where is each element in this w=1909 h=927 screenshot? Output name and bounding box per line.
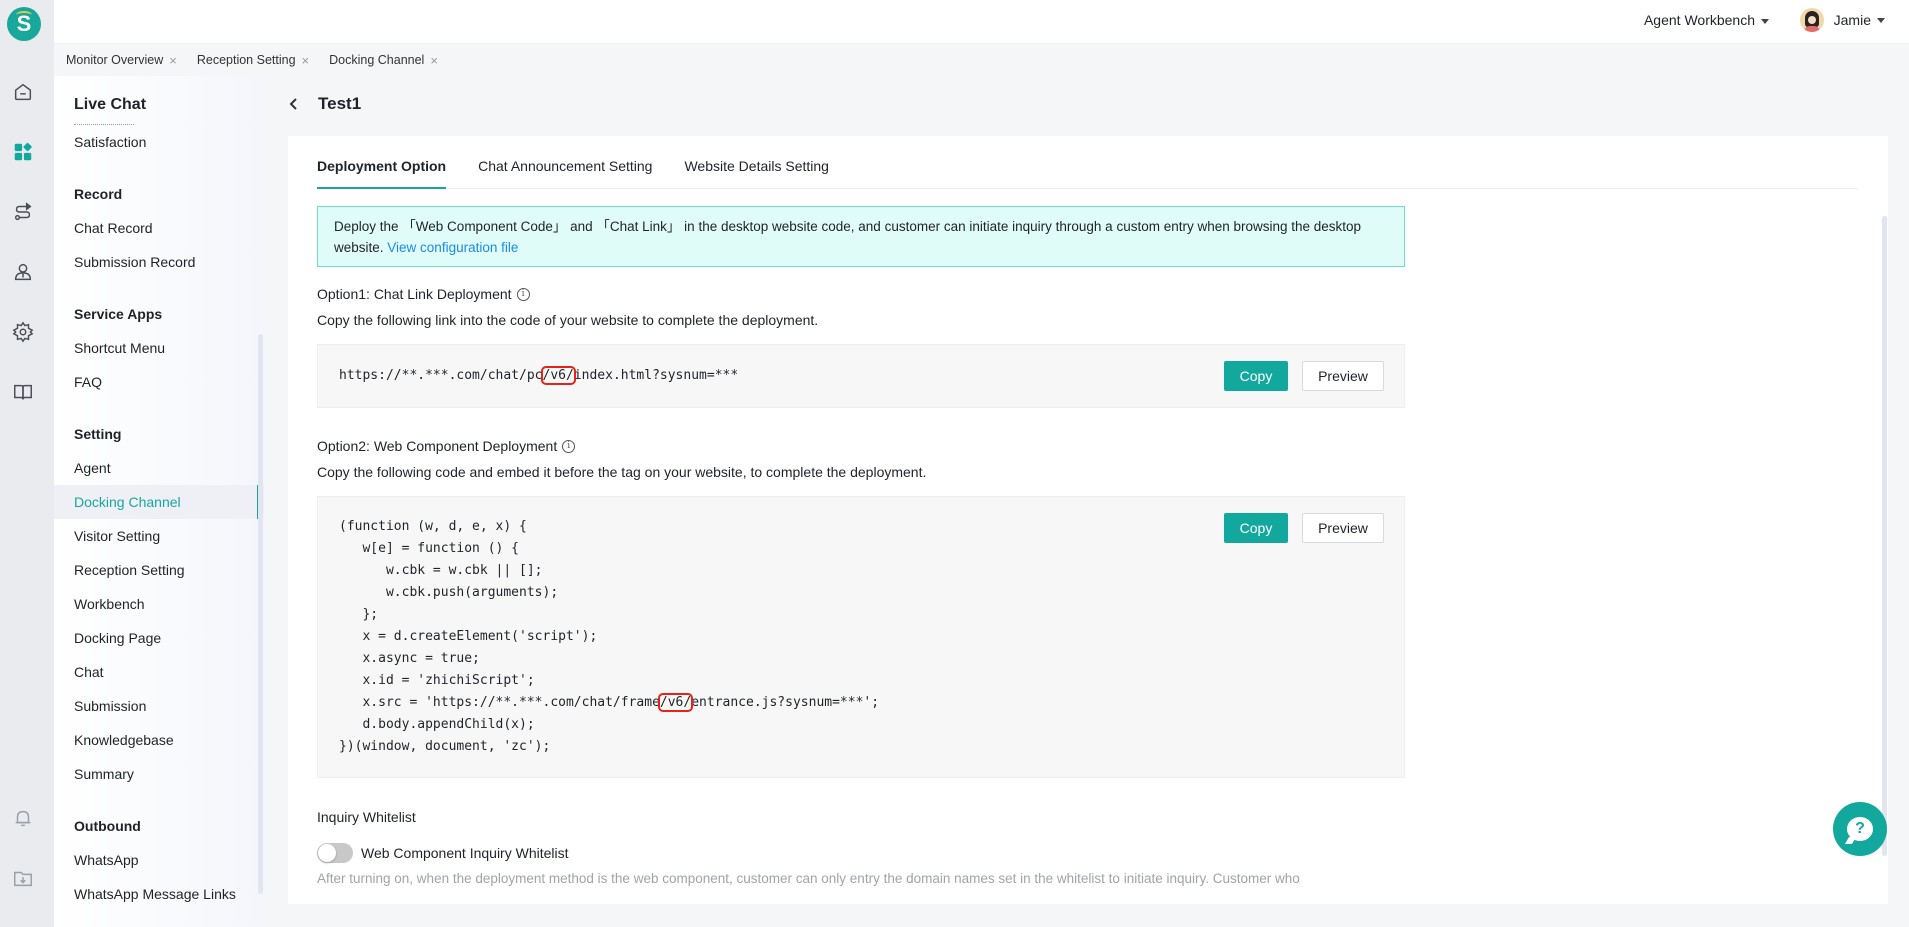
- download-folder-icon[interactable]: [11, 866, 35, 890]
- sidebar-item-agent[interactable]: Agent: [54, 451, 264, 485]
- page-header: Test1: [284, 94, 361, 114]
- sidebar-item-whatsapp-message-links[interactable]: WhatsApp Message Links: [54, 877, 264, 911]
- sidebar-item-knowledgebase[interactable]: Knowledgebase: [54, 723, 264, 757]
- sidebar-menu: Satisfaction Record Chat Record Submissi…: [54, 134, 264, 911]
- avatar: [1799, 8, 1824, 32]
- page-tabs: Monitor Overview × Reception Setting × Doc…: [54, 44, 1909, 76]
- icon-rail: S: [0, 0, 54, 927]
- sidebar-item-visitor-setting[interactable]: Visitor Setting: [54, 519, 264, 553]
- preview-code-button[interactable]: Preview: [1302, 513, 1384, 543]
- caret-down-icon: [1877, 17, 1885, 23]
- caret-down-icon: [1761, 18, 1769, 24]
- sidebar-item-faq[interactable]: FAQ: [54, 365, 264, 399]
- chat-link-box: https://**.***.com/chat/pc/v6/index.html…: [317, 344, 1405, 408]
- option2-title: Option2: Web Component Deployment i: [317, 438, 576, 454]
- page-title: Test1: [318, 94, 362, 113]
- inquiry-whitelist-title: Inquiry Whitelist: [317, 809, 416, 825]
- content-tabs: Deployment Option Chat Announcement Sett…: [317, 136, 1858, 189]
- sidebar-section-outbound: Outbound: [74, 818, 141, 834]
- option1-description: Copy the following link into the code of…: [317, 312, 819, 328]
- book-icon[interactable]: [11, 380, 35, 404]
- web-component-code-box: (function (w, d, e, x) { w[e] = function…: [317, 496, 1405, 778]
- info-icon[interactable]: i: [516, 287, 530, 301]
- bell-icon[interactable]: [11, 806, 35, 830]
- agent-icon[interactable]: [11, 260, 35, 284]
- sidebar-item-shortcut-menu[interactable]: Shortcut Menu: [54, 331, 264, 365]
- page-tab-docking-channel[interactable]: Docking Channel ×: [329, 53, 438, 68]
- sidebar-scrollbar[interactable]: [258, 334, 263, 894]
- dashboard-icon[interactable]: [11, 140, 35, 164]
- tab-chat-announcement-setting[interactable]: Chat Announcement Setting: [478, 136, 652, 188]
- chevron-left-icon: [289, 98, 297, 110]
- app-logo[interactable]: S: [7, 7, 41, 41]
- preview-link-button[interactable]: Preview: [1302, 361, 1384, 391]
- page-tab-monitor-overview[interactable]: Monitor Overview ×: [66, 53, 177, 68]
- close-icon[interactable]: ×: [169, 53, 177, 68]
- route-icon[interactable]: [11, 200, 35, 224]
- page-tab-reception-setting[interactable]: Reception Setting ×: [197, 53, 309, 68]
- help-chat-icon: ?: [1847, 817, 1873, 841]
- sidebar-item-workbench[interactable]: Workbench: [54, 587, 264, 621]
- home-icon[interactable]: [11, 80, 35, 104]
- version-highlight: /v6/: [540, 366, 576, 385]
- copy-code-button[interactable]: Copy: [1224, 513, 1288, 543]
- sidebar-item-summary[interactable]: Summary: [54, 757, 264, 791]
- whitelist-toggle[interactable]: [317, 843, 353, 863]
- sidebar-item-satisfaction[interactable]: Satisfaction: [54, 125, 264, 159]
- user-menu[interactable]: Jamie: [1799, 8, 1885, 32]
- deployment-notice: Deploy the 「Web Component Code」 and 「Cha…: [317, 206, 1405, 267]
- gear-icon[interactable]: [11, 320, 35, 344]
- whitelist-toggle-label: Web Component Inquiry Whitelist: [361, 845, 569, 861]
- sidebar-title: Live Chat: [74, 96, 147, 113]
- view-configuration-file-link[interactable]: View configuration file: [387, 240, 518, 255]
- tab-website-details-setting[interactable]: Website Details Setting: [684, 136, 828, 188]
- sidebar-item-docking-channel[interactable]: Docking Channel: [54, 485, 264, 519]
- chat-link-code[interactable]: https://**.***.com/chat/pc/v6/index.html…: [339, 365, 738, 387]
- option1-title: Option1: Chat Link Deployment i: [317, 286, 530, 302]
- tab-deployment-option[interactable]: Deployment Option: [317, 136, 447, 189]
- top-header: Agent Workbench Jamie: [54, 0, 1909, 44]
- content-scrollbar[interactable]: [1882, 216, 1887, 856]
- back-button[interactable]: [284, 94, 304, 114]
- sidebar-section-setting: Setting: [74, 426, 122, 442]
- sidebar-section-record: Record: [74, 186, 123, 202]
- help-button[interactable]: ?: [1833, 802, 1887, 856]
- main-content: Test1 Deployment Option Chat Announcemen…: [264, 76, 1909, 927]
- close-icon[interactable]: ×: [302, 53, 310, 68]
- workbench-dropdown[interactable]: Agent Workbench: [1644, 12, 1769, 28]
- deployment-card: Deployment Option Chat Announcement Sett…: [288, 136, 1888, 904]
- info-icon[interactable]: i: [562, 439, 576, 453]
- web-component-code[interactable]: (function (w, d, e, x) { w[e] = function…: [339, 516, 879, 758]
- sidebar-item-submission-record[interactable]: Submission Record: [54, 245, 264, 279]
- whitelist-description: After turning on, when the deployment me…: [317, 871, 1300, 886]
- close-icon[interactable]: ×: [430, 53, 438, 68]
- option2-description: Copy the following code and embed it bef…: [317, 464, 927, 480]
- sidebar: Live Chat Satisfaction Record Chat Recor…: [54, 76, 264, 927]
- sidebar-section-service-apps: Service Apps: [74, 306, 163, 322]
- sidebar-item-docking-page[interactable]: Docking Page: [54, 621, 264, 655]
- sidebar-item-submission[interactable]: Submission: [54, 689, 264, 723]
- copy-link-button[interactable]: Copy: [1224, 361, 1288, 391]
- version-highlight: /v6/: [657, 693, 694, 712]
- sidebar-item-whatsapp[interactable]: WhatsApp: [54, 843, 264, 877]
- sidebar-item-chat-record[interactable]: Chat Record: [54, 211, 264, 245]
- sidebar-item-chat[interactable]: Chat: [54, 655, 264, 689]
- sidebar-item-reception-setting[interactable]: Reception Setting: [54, 553, 264, 587]
